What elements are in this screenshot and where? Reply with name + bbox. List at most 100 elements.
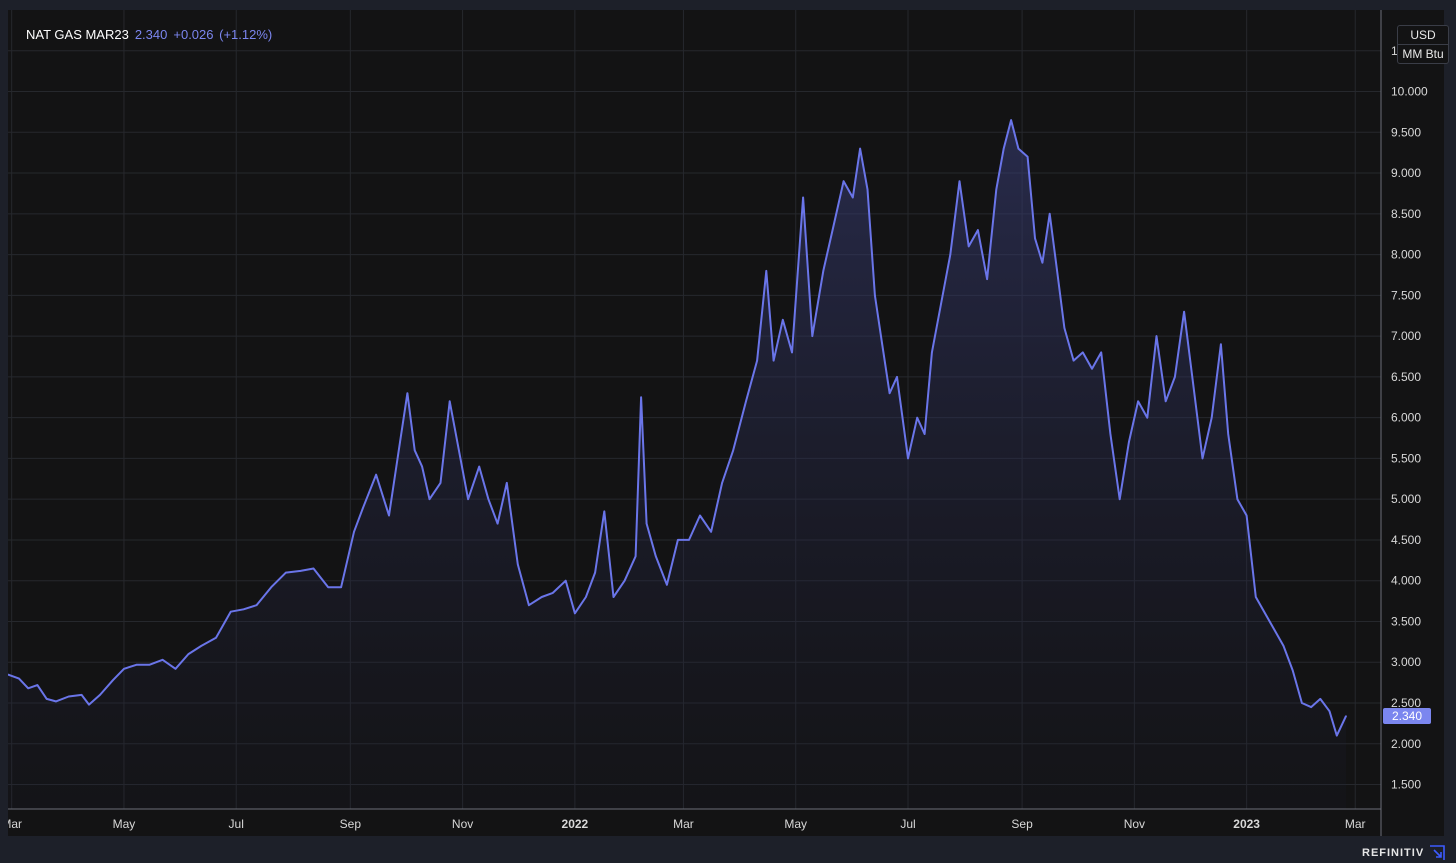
price-point	[931, 351, 933, 354]
price-point	[229, 610, 232, 613]
price-point	[765, 270, 768, 272]
price-point	[1345, 715, 1347, 717]
price-point	[458, 449, 460, 452]
price-point	[439, 482, 442, 484]
price-point	[772, 359, 775, 362]
price-point	[666, 584, 668, 586]
last-price-tag-label: 2.340	[1392, 709, 1422, 723]
y-tick-label: 4.500	[1391, 533, 1421, 547]
price-point	[123, 668, 125, 670]
price-point	[1034, 237, 1036, 240]
price-point	[487, 498, 490, 501]
price-point	[161, 659, 164, 661]
price-point	[242, 608, 245, 611]
price-point	[340, 586, 342, 588]
unit-selector[interactable]: USD MM Btu	[1397, 25, 1449, 64]
price-point	[421, 465, 423, 468]
price-point	[27, 687, 30, 690]
price-point	[907, 457, 909, 460]
x-tick-label: Sep	[340, 817, 362, 831]
price-point	[1328, 710, 1331, 712]
price-point	[1056, 270, 1058, 272]
brand-logo-text: REFINITIV	[1362, 847, 1425, 859]
price-point	[1146, 416, 1149, 419]
price-point	[916, 416, 918, 419]
price-point	[1201, 457, 1204, 460]
price-point	[1183, 310, 1185, 313]
price-point	[478, 465, 481, 468]
price-point	[215, 637, 217, 639]
price-point	[874, 294, 876, 297]
instrument-legend: NAT GAS MAR23 2.340 +0.026 (+1.12%)	[26, 27, 272, 42]
price-point	[655, 555, 657, 558]
price-point	[594, 571, 596, 574]
price-point	[362, 506, 365, 509]
price-point	[677, 539, 679, 541]
price-point	[255, 604, 258, 606]
y-tick-label: 9.000	[1391, 166, 1421, 180]
x-tick-label: Mar	[673, 817, 694, 831]
price-point	[1118, 498, 1121, 501]
price-point	[517, 563, 519, 566]
y-tick-label: 10.000	[1391, 85, 1428, 99]
y-tick-label: 3.500	[1391, 614, 1421, 628]
price-point	[1301, 702, 1303, 704]
price-point	[496, 522, 499, 525]
y-tick-label: 7.500	[1391, 288, 1421, 302]
price-point	[18, 677, 20, 680]
x-tick-label: 2022	[562, 817, 589, 831]
unit-label[interactable]: MM Btu	[1398, 44, 1448, 63]
price-point	[688, 539, 690, 541]
price-point	[528, 604, 530, 606]
x-tick-label: Mar	[1345, 817, 1366, 831]
price-point	[1291, 669, 1294, 672]
price-point	[174, 668, 177, 670]
price-point	[623, 579, 626, 582]
symbol-name: NAT GAS MAR23	[26, 27, 129, 42]
price-point	[1026, 156, 1029, 158]
price-point	[1082, 351, 1084, 354]
x-tick-label: May	[784, 817, 807, 831]
price-area-fill	[8, 120, 1346, 810]
price-point	[732, 449, 734, 452]
price-change: +0.026	[173, 27, 214, 42]
price-point	[888, 392, 891, 395]
price-point	[603, 510, 606, 513]
price-point	[842, 180, 845, 182]
price-point	[896, 376, 898, 378]
price-point	[710, 531, 712, 533]
price-point	[285, 571, 287, 574]
price-point	[1002, 147, 1005, 150]
price-point	[822, 270, 825, 272]
price-point	[1048, 213, 1051, 215]
price-point	[640, 396, 642, 399]
chart-frame[interactable]: 1.500 2.000 2.500 3.000 3.500 4.000 4.500 5.000…	[8, 10, 1449, 836]
price-point	[399, 441, 401, 443]
price-chart[interactable]: 1.500 2.000 2.500 3.000 3.500 4.000 4.500 5.000…	[8, 10, 1444, 836]
price-point	[977, 229, 979, 231]
price-point	[852, 196, 854, 199]
price-point	[1220, 343, 1222, 346]
refinitiv-logo-icon	[1430, 845, 1445, 860]
price-point	[958, 180, 961, 182]
price-point	[1128, 441, 1130, 443]
y-tick-label: 5.500	[1391, 451, 1421, 465]
price-point	[388, 514, 390, 517]
price-point	[375, 473, 377, 476]
x-tick-label: Jul	[900, 817, 915, 831]
price-point	[986, 278, 988, 280]
price-point	[1164, 400, 1167, 403]
x-tick-label: 2023	[1233, 817, 1260, 831]
price-point	[428, 498, 431, 501]
x-tick-label: Nov	[452, 817, 473, 831]
price-point	[1109, 433, 1112, 435]
price-point	[1282, 645, 1285, 647]
price-point	[940, 302, 942, 305]
price-point	[353, 531, 355, 533]
price-point	[699, 514, 701, 517]
price-point	[1336, 734, 1338, 737]
currency-label[interactable]: USD	[1398, 26, 1448, 44]
y-tick-label: 3.000	[1391, 655, 1421, 669]
price-point	[574, 612, 576, 615]
price-point	[1236, 498, 1239, 501]
